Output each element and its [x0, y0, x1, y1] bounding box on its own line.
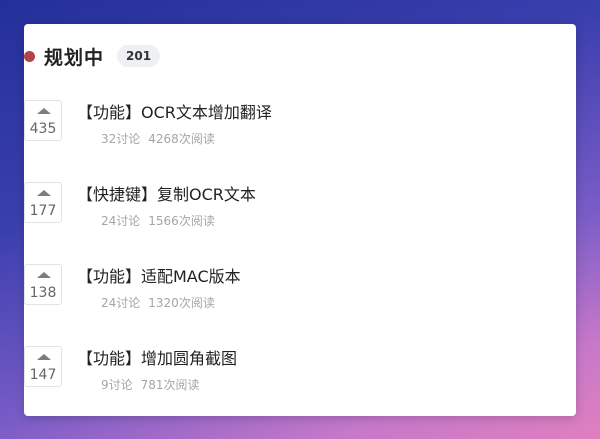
- item-meta: 24讨论 1566次阅读: [101, 213, 215, 229]
- up-arrow-icon: [37, 190, 51, 196]
- upvote-button[interactable]: 177: [24, 182, 62, 223]
- list-item[interactable]: 147 【功能】增加圆角截图 9讨论 781次阅读: [24, 346, 544, 428]
- vote-count: 435: [29, 121, 57, 137]
- section-header: 规划中 201: [24, 44, 161, 69]
- up-arrow-icon: [37, 108, 51, 114]
- up-arrow-icon: [37, 272, 51, 278]
- discussion-count: 9讨论: [101, 378, 133, 392]
- upvote-button[interactable]: 435: [24, 100, 62, 141]
- count-badge: 201: [117, 45, 161, 67]
- item-title[interactable]: 【功能】OCR文本增加翻译: [77, 103, 272, 123]
- discussion-count: 24讨论: [101, 214, 141, 228]
- discussion-count: 24讨论: [101, 296, 141, 310]
- item-meta: 32讨论 4268次阅读: [101, 131, 215, 147]
- read-count: 4268次阅读: [148, 132, 215, 146]
- read-count: 1320次阅读: [148, 296, 215, 310]
- read-count: 781次阅读: [140, 378, 200, 392]
- vote-count: 177: [29, 203, 57, 219]
- list-item[interactable]: 177 【快捷键】复制OCR文本 24讨论 1566次阅读: [24, 182, 544, 264]
- upvote-button[interactable]: 147: [24, 346, 62, 387]
- section-title: 规划中: [44, 46, 105, 69]
- item-meta: 9讨论 781次阅读: [101, 377, 200, 393]
- status-dot-icon: [24, 50, 35, 62]
- vote-count: 147: [29, 367, 57, 383]
- list-item[interactable]: 138 【功能】适配MAC版本 24讨论 1320次阅读: [24, 264, 544, 346]
- upvote-button[interactable]: 138: [24, 264, 62, 305]
- item-title[interactable]: 【功能】增加圆角截图: [77, 349, 237, 369]
- discussion-count: 32讨论: [101, 132, 141, 146]
- up-arrow-icon: [37, 354, 51, 360]
- item-title[interactable]: 【功能】适配MAC版本: [77, 267, 241, 287]
- read-count: 1566次阅读: [148, 214, 215, 228]
- vote-count: 138: [29, 285, 57, 301]
- list-item[interactable]: 435 【功能】OCR文本增加翻译 32讨论 4268次阅读: [24, 100, 544, 182]
- item-meta: 24讨论 1320次阅读: [101, 295, 215, 311]
- feature-list: 435 【功能】OCR文本增加翻译 32讨论 4268次阅读 177 【快捷键】复…: [24, 100, 544, 428]
- item-title[interactable]: 【快捷键】复制OCR文本: [77, 185, 256, 205]
